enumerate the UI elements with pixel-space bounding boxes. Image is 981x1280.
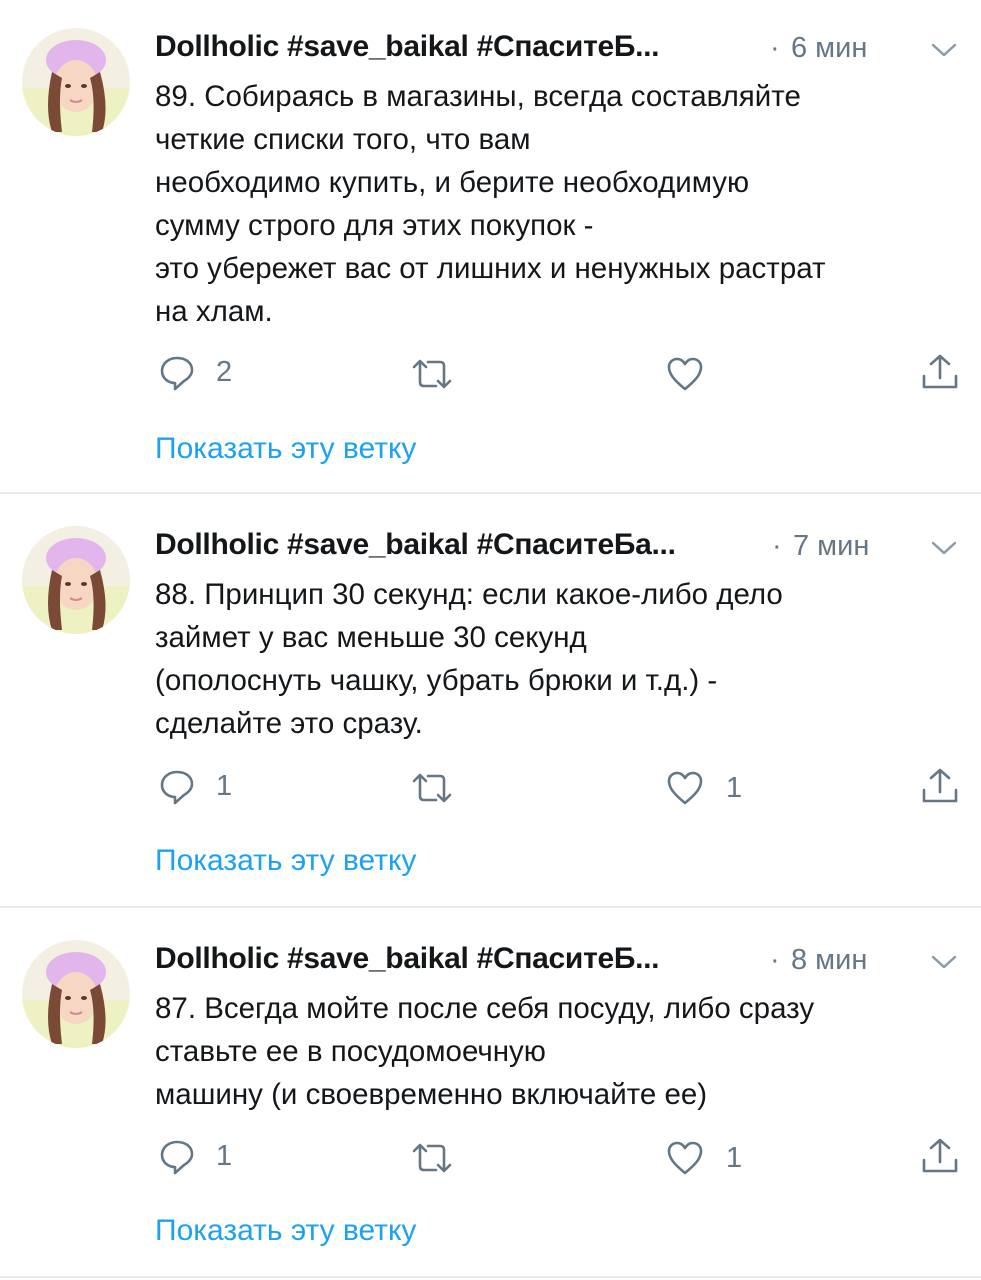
- chevron-down-icon[interactable]: [930, 952, 958, 972]
- tweet-text: 88. Принцип 30 секунд: если какое-либо д…: [155, 573, 970, 745]
- tweet-text-line: займет у вас меньше 30 секунд: [155, 621, 587, 654]
- retweet-button[interactable]: [410, 770, 470, 810]
- tweet[interactable]: Dollholic #save_baikal #СпаситеБа... · 7…: [0, 494, 981, 906]
- like-button[interactable]: 1: [666, 1140, 756, 1180]
- chevron-down-icon[interactable]: [930, 40, 958, 60]
- author-name[interactable]: Dollholic #save_baikal #СпаситеБ...: [155, 30, 660, 64]
- tweet-text-line: это убережет вас от лишних и ненужных ра…: [155, 252, 826, 285]
- heart-icon: [667, 357, 703, 391]
- author-name[interactable]: Dollholic #save_baikal #СпаситеБа...: [155, 528, 676, 562]
- show-thread-link[interactable]: Показать эту ветку: [155, 432, 416, 466]
- tweet-text-line: ставьте ее в посудомоечную: [155, 1035, 546, 1068]
- reply-count: 2: [216, 356, 233, 388]
- avatar[interactable]: [22, 526, 130, 634]
- like-count: 1: [726, 772, 743, 804]
- separator-dot: ·: [770, 32, 780, 64]
- tweet-divider: [0, 1276, 981, 1278]
- reply-bubble-icon: [160, 1140, 194, 1175]
- timestamp[interactable]: 6 мин: [791, 32, 867, 65]
- tweet-text-line: 89. Собираясь в магазины, всегда составл…: [155, 80, 801, 113]
- share-upload-icon: [922, 354, 958, 389]
- like-button[interactable]: 1: [666, 770, 756, 810]
- share-button[interactable]: [920, 766, 964, 806]
- retweet-icon: [412, 773, 452, 803]
- share-button[interactable]: [920, 352, 964, 392]
- reply-button[interactable]: 1: [158, 1138, 248, 1178]
- chevron-down-icon[interactable]: [930, 538, 958, 558]
- tweet-text-line: машину (и своевременно включайте ее): [155, 1078, 708, 1111]
- share-upload-icon: [922, 1138, 958, 1173]
- reply-bubble-icon: [160, 356, 194, 391]
- like-count: 1: [726, 1142, 743, 1174]
- tweet[interactable]: Dollholic #save_baikal #СпаситеБ... · 8 …: [0, 908, 981, 1276]
- avatar[interactable]: [22, 28, 130, 136]
- heart-icon: [667, 1141, 703, 1175]
- show-thread-link[interactable]: Показать эту ветку: [155, 844, 416, 878]
- tweet-text: 89. Собираясь в магазины, всегда составл…: [155, 75, 970, 333]
- tweet-text-line: четкие списки того, что вам: [155, 123, 531, 156]
- tweet-text-line: 87. Всегда мойте после себя посуду, либо…: [155, 992, 815, 1025]
- reply-bubble-icon: [160, 770, 194, 805]
- tweet-text-line: сделайте это сразу.: [155, 707, 423, 740]
- timestamp[interactable]: 8 мин: [791, 944, 867, 977]
- tweet-text-line: необходимо купить, и берите необходимую: [155, 166, 750, 199]
- reply-button[interactable]: 1: [158, 768, 248, 808]
- retweet-button[interactable]: [410, 1140, 470, 1180]
- show-thread-link[interactable]: Показать эту ветку: [155, 1214, 416, 1248]
- separator-dot: ·: [770, 944, 780, 976]
- tweet-text-line: сумму строго для этих покупок -: [155, 209, 594, 242]
- like-button[interactable]: [666, 356, 756, 396]
- share-button[interactable]: [920, 1136, 964, 1176]
- tweet-text-line: (ополоснуть чашку, убрать брюки и т.д.) …: [155, 664, 718, 697]
- retweet-icon: [412, 1143, 452, 1173]
- reply-count: 1: [216, 1140, 233, 1172]
- heart-icon: [667, 771, 703, 805]
- tweet-text-line: 88. Принцип 30 секунд: если какое-либо д…: [155, 578, 783, 611]
- timestamp[interactable]: 7 мин: [793, 530, 869, 563]
- retweet-button[interactable]: [410, 356, 470, 396]
- share-upload-icon: [922, 768, 958, 803]
- reply-count: 1: [216, 770, 233, 802]
- separator-dot: ·: [772, 530, 782, 562]
- author-name[interactable]: Dollholic #save_baikal #СпаситеБ...: [155, 942, 660, 976]
- reply-button[interactable]: 2: [158, 354, 248, 394]
- tweet[interactable]: Dollholic #save_baikal #СпаситеБ... · 6 …: [0, 0, 981, 492]
- tweet-text: 87. Всегда мойте после себя посуду, либо…: [155, 987, 970, 1116]
- retweet-icon: [412, 359, 452, 389]
- avatar[interactable]: [22, 940, 130, 1048]
- tweet-text-line: на хлам.: [155, 295, 273, 328]
